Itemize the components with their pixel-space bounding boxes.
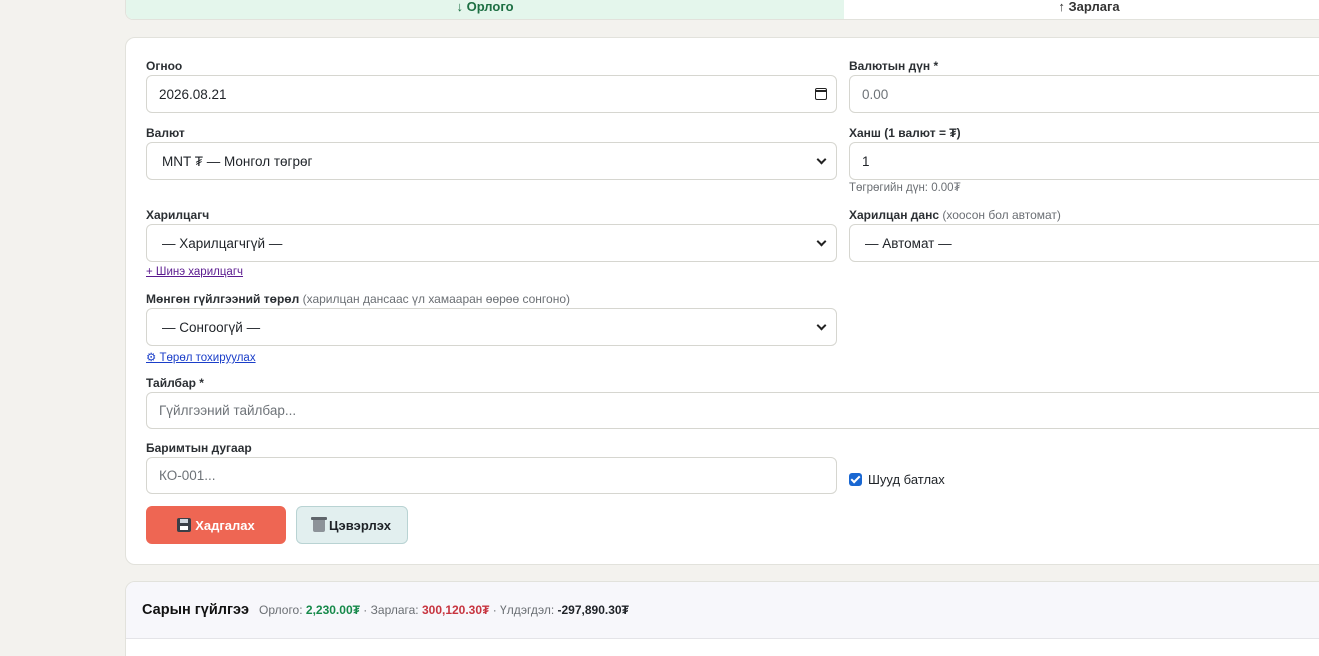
- new-partner-link[interactable]: + Шинэ харилцагч: [146, 266, 243, 278]
- auto-confirm-checkbox-row[interactable]: Шууд батлах: [849, 472, 945, 487]
- monthly-transactions-panel: Сарын гүйлгээ Орлого: 2,230.00₮ · Зарлаг…: [125, 581, 1319, 656]
- floppy-disk-icon: [177, 518, 192, 532]
- partner-select[interactable]: — Харилцагчгүй —: [146, 224, 837, 262]
- summary-stats: Орлого: 2,230.00₮ · Зарлага: 300,120.30₮…: [259, 603, 629, 617]
- transaction-type-select[interactable]: — Сонгоогүй —: [146, 308, 837, 346]
- tab-expense[interactable]: ↑ Зарлага: [844, 0, 1319, 19]
- currency-value: MNT ₮ — Монгол төгрөг: [162, 153, 313, 169]
- clear-button[interactable]: Цэвэрлэх: [296, 506, 408, 544]
- currency-label: Валют: [146, 126, 185, 140]
- transaction-form-card: Огноо 2026.08.21 Валютын дүн * 0.00 Валю…: [125, 37, 1319, 565]
- currency-select[interactable]: MNT ₮ — Монгол төгрөг: [146, 142, 837, 180]
- date-label: Огноо: [146, 59, 183, 73]
- type-hint: (харилцан дансаас үл хамааран өөрөө сонг…: [302, 292, 570, 306]
- partner-value: — Харилцагчгүй —: [162, 235, 283, 251]
- type-value: — Сонгоогүй —: [162, 319, 261, 335]
- doc-number-placeholder: КО-001...: [159, 468, 216, 483]
- account-label-text: Харилцан данс: [849, 208, 939, 222]
- calendar-icon[interactable]: [814, 87, 828, 101]
- amount-label: Валютын дүн *: [849, 59, 939, 73]
- save-button-label: Хадгалах: [195, 517, 255, 533]
- save-button[interactable]: Хадгалах: [146, 506, 286, 544]
- type-settings-link[interactable]: ⚙ Төрөл тохируулах: [146, 350, 256, 364]
- summary-separator: ·: [492, 603, 497, 617]
- doc-number-input[interactable]: КО-001...: [146, 457, 837, 494]
- summary-balance-label: Үлдэгдэл:: [500, 603, 555, 617]
- clear-button-label: Цэвэрлэх: [329, 517, 391, 533]
- chevron-down-icon: [814, 236, 828, 250]
- summary-expense-value: 300,120.30₮: [421, 603, 490, 617]
- monthly-summary-header: Сарын гүйлгээ Орлого: 2,230.00₮ · Зарлаг…: [126, 582, 1319, 639]
- amount-input[interactable]: 0.00: [849, 75, 1319, 113]
- account-value: — Автомат —: [865, 235, 952, 251]
- type-label-text: Мөнгөн гүйлгээний төрөл: [146, 292, 300, 306]
- partner-label: Харилцагч: [146, 208, 210, 222]
- summary-expense-label: Зарлага:: [370, 603, 419, 617]
- tab-income[interactable]: ↓ Орлого: [126, 0, 844, 19]
- mnt-amount-text: Төгрөгийн дүн: 0.00₮: [849, 182, 961, 194]
- rate-value: 1: [862, 153, 870, 169]
- account-label: Харилцан данс (хоосон бол автомат): [849, 208, 1061, 222]
- chevron-down-icon: [814, 320, 828, 334]
- amount-placeholder: 0.00: [862, 86, 889, 102]
- rate-input[interactable]: 1: [849, 142, 1319, 180]
- account-select[interactable]: — Автомат —: [849, 224, 1319, 262]
- description-placeholder: Гүйлгээний тайлбар...: [159, 403, 297, 418]
- summary-income-label: Орлого:: [259, 603, 303, 617]
- rate-label: Ханш (1 валют = ₮): [849, 126, 961, 140]
- description-label: Тайлбар *: [146, 376, 204, 390]
- type-label: Мөнгөн гүйлгээний төрөл (харилцан дансаа…: [146, 292, 570, 306]
- summary-income-value: 2,230.00₮: [305, 603, 360, 617]
- summary-balance-value: -297,890.30₮: [557, 603, 629, 617]
- date-value: 2026.08.21: [159, 86, 227, 102]
- chevron-down-icon: [814, 154, 828, 168]
- doc-number-label: Баримтын дугаар: [146, 441, 252, 455]
- trash-icon: [311, 517, 328, 532]
- transaction-type-tabs: ↓ Орлого ↑ Зарлага: [125, 0, 1319, 20]
- account-hint: (хоосон бол автомат): [942, 208, 1061, 222]
- description-input[interactable]: Гүйлгээний тайлбар...: [146, 392, 1319, 429]
- summary-separator: ·: [363, 603, 368, 617]
- auto-confirm-label[interactable]: Шууд батлах: [868, 472, 945, 487]
- date-input[interactable]: 2026.08.21: [146, 75, 837, 113]
- summary-title: Сарын гүйлгээ: [142, 602, 250, 618]
- auto-confirm-checkbox[interactable]: [849, 473, 862, 486]
